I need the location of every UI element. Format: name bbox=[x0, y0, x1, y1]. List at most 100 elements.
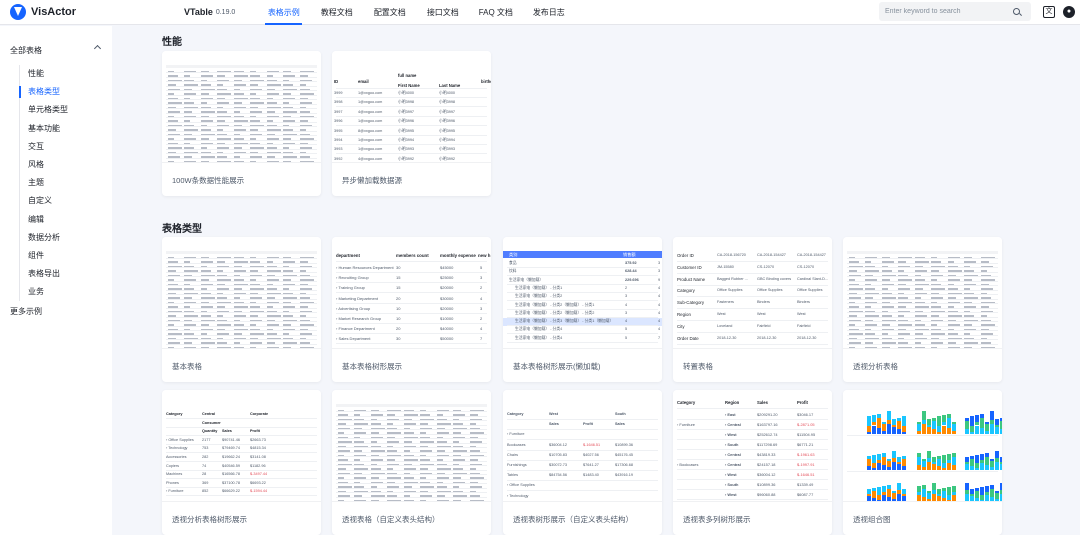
example-card[interactable]: Category West South Sales Profit Sales › Furni… bbox=[503, 390, 662, 535]
thumb-text-stub bbox=[881, 283, 894, 286]
thumb-text-stub bbox=[283, 138, 292, 140]
sidebar-item-theme[interactable]: 主题 bbox=[20, 174, 110, 192]
thumb-cell: $-1646.51 bbox=[797, 472, 815, 477]
combo-bar bbox=[942, 498, 946, 501]
sidebar-item-export[interactable]: 表格导出 bbox=[20, 265, 110, 283]
thumb-text-stub bbox=[387, 499, 402, 501]
thumb-text-stub bbox=[299, 261, 308, 263]
thumb-text-stub bbox=[168, 138, 174, 140]
thumb-row-divider bbox=[507, 480, 658, 482]
nav-options[interactable]: 配置文档 bbox=[363, 0, 416, 25]
sidebar-item-interaction[interactable]: 交互 bbox=[20, 138, 110, 156]
thumb-text-stub bbox=[436, 423, 451, 425]
thumb-text-stub bbox=[200, 297, 215, 299]
combo-bar bbox=[980, 495, 984, 500]
combo-bar bbox=[965, 483, 969, 490]
combo-bar bbox=[952, 495, 956, 501]
example-card[interactable]: 类别 销售额 食品 375.92 3 饮料 628.44 3 生活家电（懒加载） 229.696 9… bbox=[503, 237, 662, 382]
sidebar-item-edit[interactable]: 编辑 bbox=[20, 211, 110, 229]
sidebar-item-basic-features[interactable]: 基本功能 bbox=[20, 120, 110, 138]
thumb-text-stub bbox=[299, 142, 308, 145]
nav-tutorials[interactable]: 教程文档 bbox=[310, 0, 363, 25]
combo-bar bbox=[937, 459, 941, 466]
sidebar-item-business[interactable]: 业务 bbox=[20, 283, 110, 301]
sidebar-item-table-types[interactable]: 表格类型 bbox=[19, 83, 110, 101]
nav-api[interactable]: 接口文档 bbox=[416, 0, 469, 25]
thumb-cell: Profit bbox=[583, 422, 593, 427]
thumb-text-stub bbox=[898, 301, 913, 304]
combo-bar bbox=[887, 485, 891, 489]
thumb-text-stub bbox=[370, 463, 377, 466]
thumb-text-stub bbox=[168, 97, 178, 100]
thumb-row-divider bbox=[166, 157, 317, 159]
nav-examples[interactable]: 表格示例 bbox=[257, 0, 310, 25]
sidebar-item-style[interactable]: 风格 bbox=[20, 156, 110, 174]
thumb-text-stub bbox=[453, 499, 462, 501]
example-card[interactable]: 透视表格（自定义表头结构） bbox=[332, 390, 491, 535]
thumb-text-stub bbox=[184, 328, 191, 331]
thumb-text-stub bbox=[914, 346, 925, 348]
sidebar-item-cell-types[interactable]: 单元格类型 bbox=[20, 101, 110, 119]
thumb-text-stub bbox=[250, 124, 265, 127]
thumb-cell: 生活家电（懒加载） - 分类2（懒加载） - 分类2 bbox=[515, 310, 595, 315]
example-card[interactable]: department members count monthly expense ne… bbox=[332, 237, 491, 382]
github-icon[interactable]: ● bbox=[1063, 6, 1075, 18]
thumb-cell: 小明3996 bbox=[398, 119, 415, 124]
example-card[interactable]: 透视分析表格 bbox=[843, 237, 1002, 382]
thumb-row-divider bbox=[166, 426, 317, 428]
thumb-text-stub bbox=[354, 486, 365, 488]
thumb-text-stub bbox=[250, 97, 261, 100]
search-box[interactable] bbox=[879, 2, 1031, 21]
sidebar-item-performance[interactable]: 性能 bbox=[20, 65, 110, 83]
thumb-row-divider bbox=[847, 267, 998, 269]
example-card[interactable]: Order ID CA-2018-156720 CA-2018-154427 CA-2… bbox=[673, 237, 832, 382]
thumb-row-divider bbox=[847, 294, 998, 296]
example-card[interactable]: 透视组合图 bbox=[843, 390, 1002, 535]
combo-bar bbox=[882, 465, 886, 470]
combo-bar bbox=[897, 462, 901, 464]
search-icon[interactable] bbox=[1013, 8, 1020, 15]
sidebar-item-components[interactable]: 组件 bbox=[20, 247, 110, 265]
thumb-text-stub bbox=[865, 283, 872, 286]
thumb-text-stub bbox=[898, 328, 907, 331]
thumb-row-divider bbox=[847, 307, 998, 309]
thumb-text-stub bbox=[299, 342, 310, 344]
sidebar-item-custom[interactable]: 自定义 bbox=[20, 192, 110, 210]
nav-faq[interactable]: FAQ 文档 bbox=[469, 0, 522, 25]
sidebar-more-examples[interactable]: 更多示例 bbox=[10, 306, 42, 317]
thumb-text-stub bbox=[964, 279, 973, 281]
chevron-up-icon[interactable] bbox=[93, 44, 102, 53]
combo-bar bbox=[990, 419, 994, 425]
combo-bar bbox=[952, 465, 956, 470]
thumb-text-stub bbox=[354, 414, 361, 416]
example-card[interactable]: 100W条数据性能展示 bbox=[162, 51, 321, 196]
search-input[interactable] bbox=[885, 8, 1013, 15]
thumb-text-stub bbox=[233, 138, 244, 140]
thumb-cell: Bagged Rubber ... bbox=[717, 276, 748, 281]
example-card[interactable]: full nameIDemailbirthdFirst NameLast Nam… bbox=[332, 51, 491, 196]
thumb-text-stub bbox=[980, 270, 987, 272]
combo-bar bbox=[952, 423, 956, 431]
combo-bar bbox=[902, 459, 906, 466]
combo-bar bbox=[917, 430, 921, 434]
thumb-text-stub bbox=[184, 301, 197, 304]
example-card[interactable]: Category Region Sales Profit › East $209291.2… bbox=[673, 390, 832, 535]
sidebar-item-data-analysis[interactable]: 数据分析 bbox=[20, 229, 110, 247]
thumb-text-stub bbox=[898, 283, 907, 286]
thumb-cell: $30000 bbox=[440, 295, 454, 301]
translate-icon[interactable]: 文 bbox=[1043, 6, 1055, 18]
thumb-row-divider bbox=[677, 429, 828, 430]
example-card[interactable]: 基本表格 bbox=[162, 237, 321, 382]
thumb-text-stub bbox=[299, 129, 306, 131]
logo[interactable]: VisActor bbox=[10, 4, 170, 20]
combo-bar bbox=[932, 429, 936, 434]
combo-bar bbox=[877, 463, 881, 470]
example-card[interactable]: Category Central Corporate Consumer Quantity… bbox=[162, 390, 321, 535]
nav-changelog[interactable]: 发布日志 bbox=[522, 0, 575, 25]
thumb-text-stub bbox=[283, 315, 294, 317]
thumb-row-divider bbox=[166, 81, 317, 83]
sidebar-group-all-tables[interactable]: 全部表格 bbox=[10, 44, 102, 56]
thumb-cell: 小明3995 bbox=[439, 128, 456, 133]
thumb-cell: 4 bbox=[658, 310, 661, 315]
thumb-cell: 小明3994 bbox=[439, 138, 456, 142]
